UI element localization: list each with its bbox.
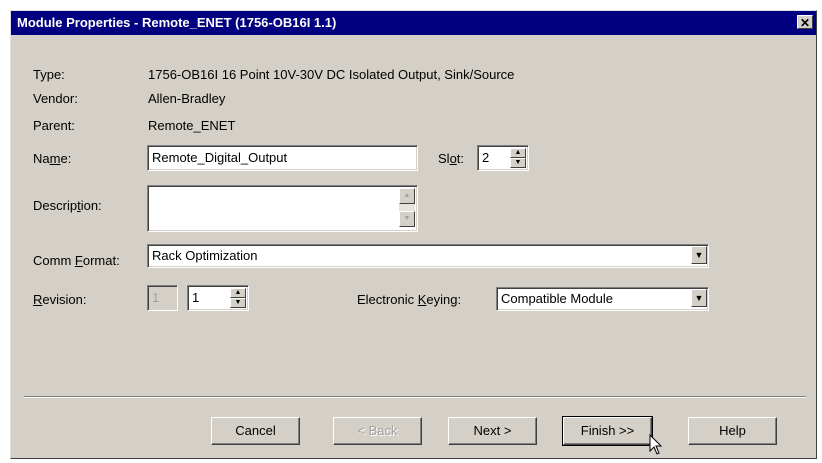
comm-format-dropdown-button[interactable]: ▼ (691, 246, 707, 264)
arrow-down-icon: ▼ (234, 299, 242, 306)
slot-up-button[interactable]: ▲ (510, 148, 526, 158)
slot-label: Slot: (438, 151, 465, 166)
revision-up-button[interactable]: ▲ (230, 288, 246, 298)
vendor-label: Vendor: (33, 91, 78, 106)
electronic-keying-label: Electronic Keying: (357, 292, 462, 307)
cancel-button[interactable]: Cancel (211, 417, 300, 445)
slot-spin: ▲ ▼ (510, 148, 526, 168)
electronic-keying-dropdown-button[interactable]: ▼ (691, 289, 707, 307)
comm-format-select[interactable]: Rack Optimization ▼ (147, 244, 709, 268)
arrow-up-icon: ▲ (234, 289, 242, 296)
name-label: Name: (33, 151, 72, 166)
description-label: Description: (33, 198, 102, 213)
arrow-up-icon: ▲ (403, 192, 411, 199)
back-button[interactable]: < Back (333, 417, 422, 445)
vendor-value: Allen-Bradley (148, 91, 226, 106)
chevron-down-icon: ▼ (694, 250, 704, 260)
arrow-down-icon: ▼ (514, 159, 522, 166)
scroll-down-button[interactable]: ▼ (399, 211, 415, 227)
module-properties-dialog: Module Properties - Remote_ENET (1756-OB… (10, 10, 817, 459)
revision-minor-stepper[interactable]: 1 ▲ ▼ (187, 285, 249, 311)
window-title: Module Properties - Remote_ENET (1756-OB… (17, 15, 337, 30)
name-input[interactable]: Remote_Digital_Output (147, 145, 418, 171)
revision-major-value: 1 (152, 290, 160, 305)
close-button[interactable]: ✕ (797, 15, 813, 30)
close-icon: ✕ (799, 16, 811, 30)
revision-spin: ▲ ▼ (230, 288, 246, 308)
revision-label: Revision: (33, 292, 87, 307)
arrow-up-icon: ▲ (514, 149, 522, 156)
name-input-value: Remote_Digital_Output (152, 150, 288, 165)
title-bar: Module Properties - Remote_ENET (1756-OB… (11, 11, 816, 35)
chevron-down-icon: ▼ (694, 293, 704, 303)
mouse-cursor-icon (649, 434, 663, 455)
slot-stepper[interactable]: 2 ▲ ▼ (477, 145, 529, 171)
slot-value: 2 (482, 150, 490, 165)
scroll-up-button[interactable]: ▲ (399, 188, 415, 204)
slot-down-button[interactable]: ▼ (510, 158, 526, 168)
description-textarea[interactable]: ▲ ▼ (147, 185, 418, 232)
comm-format-label: Comm Format: (33, 253, 120, 268)
description-scrollbar[interactable]: ▲ ▼ (399, 188, 415, 227)
type-label: Type: (33, 67, 65, 82)
finish-button[interactable]: Finish >> (562, 416, 653, 446)
revision-down-button[interactable]: ▼ (230, 298, 246, 308)
parent-value: Remote_ENET (148, 118, 236, 133)
help-button[interactable]: Help (688, 417, 777, 445)
comm-format-value: Rack Optimization (152, 248, 258, 263)
revision-major-input: 1 (147, 285, 178, 311)
separator-highlight (24, 397, 806, 398)
revision-minor-value: 1 (192, 290, 200, 305)
arrow-down-icon: ▼ (403, 215, 411, 222)
type-value: 1756-OB16I 16 Point 10V-30V DC Isolated … (148, 67, 515, 82)
electronic-keying-select[interactable]: Compatible Module ▼ (496, 287, 709, 311)
next-button[interactable]: Next > (448, 417, 537, 445)
parent-label: Parent: (33, 118, 75, 133)
electronic-keying-value: Compatible Module (501, 291, 614, 306)
